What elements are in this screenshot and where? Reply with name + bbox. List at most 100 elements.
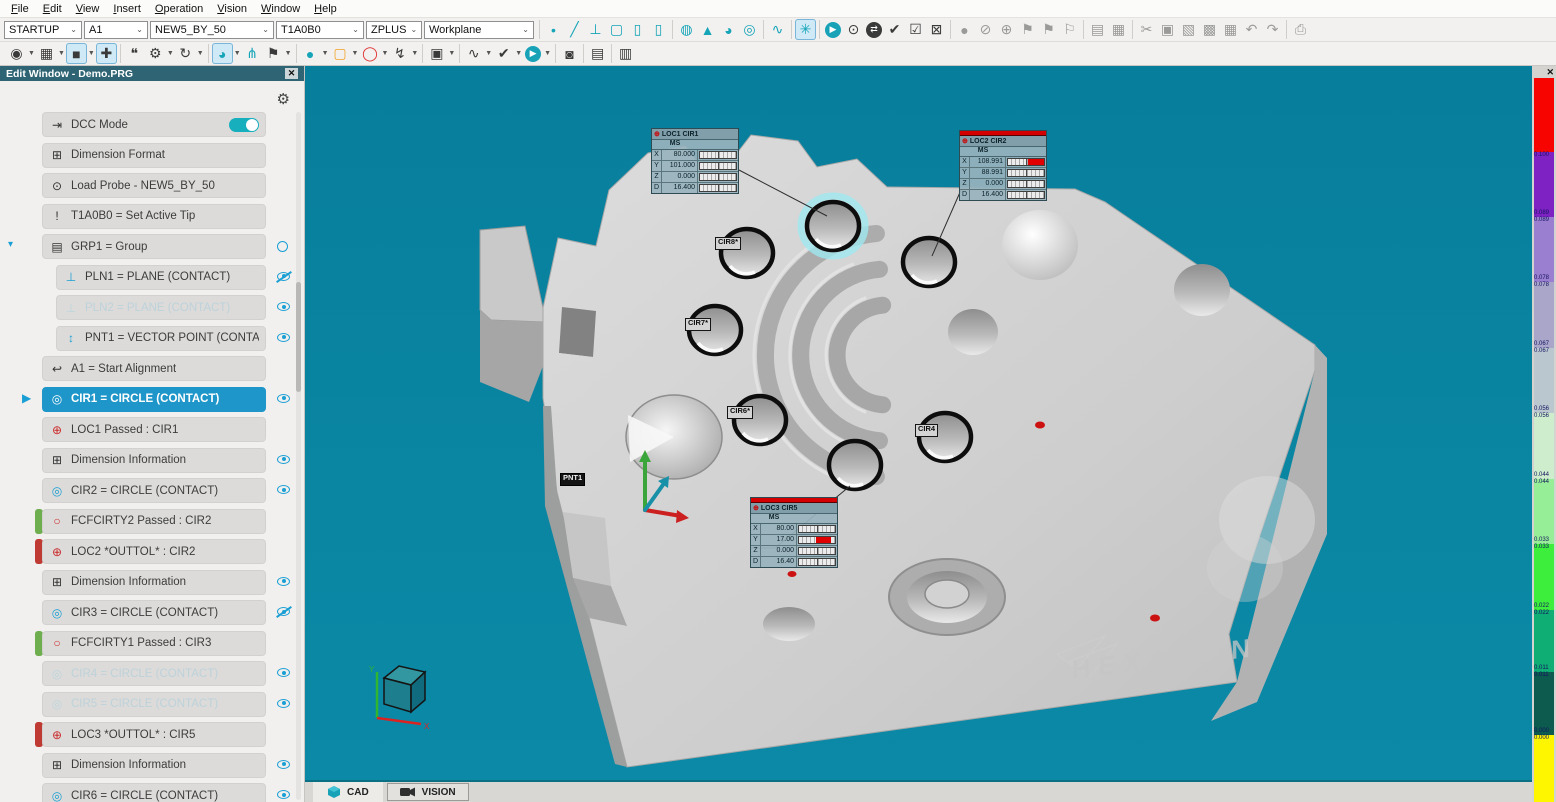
circle-feature-icon[interactable]: ▢ bbox=[606, 19, 627, 40]
copy-icon[interactable]: ▣ bbox=[1157, 19, 1178, 40]
alignment-list-dropdown[interactable]: STARTUP⌄ bbox=[4, 21, 82, 39]
measurement-box-loc1[interactable]: ⊕LOC1 CIR1MSX80.000Y101.000Z0.000D16.400 bbox=[651, 128, 739, 194]
eye-icon[interactable] bbox=[276, 698, 292, 710]
sphere-feature-icon[interactable]: ◕ bbox=[718, 19, 739, 40]
command-item[interactable]: ◎CIR1 = CIRCLE (CONTACT) bbox=[42, 387, 266, 412]
menu-window[interactable]: Window bbox=[254, 3, 307, 15]
dropdown-caret-icon[interactable]: ▼ bbox=[411, 50, 418, 57]
sphere-goto-icon[interactable]: ⊕ bbox=[996, 19, 1017, 40]
command-item[interactable]: ⊕LOC3 *OUTTOL* : CIR5 bbox=[42, 722, 266, 747]
dropdown-caret-icon[interactable]: ▼ bbox=[515, 50, 522, 57]
circle-gage-icon[interactable]: ◯ bbox=[359, 43, 380, 64]
redo-icon[interactable]: ↷ bbox=[1262, 19, 1283, 40]
clear-all-marked-icon[interactable]: ⊠ bbox=[926, 19, 947, 40]
square-slot-feature-icon[interactable]: ▯ bbox=[648, 19, 669, 40]
command-item[interactable]: ⊞Dimension Information bbox=[42, 570, 266, 595]
bookmark-icon[interactable]: ⚑ bbox=[1017, 19, 1038, 40]
expander-caret-icon[interactable]: ▾ bbox=[8, 239, 13, 250]
eye-icon[interactable] bbox=[276, 454, 292, 466]
eye-icon[interactable] bbox=[276, 332, 292, 344]
pre-check-icon[interactable]: ✔ bbox=[493, 43, 514, 64]
plane-feature-icon[interactable]: ⊥ bbox=[585, 19, 606, 40]
dcc-mode-toggle[interactable] bbox=[229, 118, 259, 132]
command-item[interactable]: ⊥PLN1 = PLANE (CONTACT) bbox=[56, 265, 266, 290]
dropdown-caret-icon[interactable]: ▼ bbox=[285, 50, 292, 57]
command-item[interactable]: ○FCFCIRTY1 Passed : CIR3 bbox=[42, 631, 266, 656]
sphere-tool-icon[interactable]: ● bbox=[954, 19, 975, 40]
paste-icon[interactable]: ▧ bbox=[1178, 19, 1199, 40]
cad-viewport[interactable]: HEXAGON bbox=[305, 66, 1532, 780]
probe-toggle-icon[interactable]: ⋔ bbox=[242, 43, 263, 64]
command-item[interactable]: ⊥PLN2 = PLANE (CONTACT) bbox=[56, 295, 266, 320]
dropdown-caret-icon[interactable]: ▼ bbox=[167, 50, 174, 57]
view-cube[interactable]: Y X bbox=[369, 665, 430, 731]
command-item[interactable]: ⊞Dimension Information bbox=[42, 753, 266, 778]
command-item[interactable]: ◎CIR2 = CIRCLE (CONTACT) bbox=[42, 478, 266, 503]
feature-circle-cir1-highlighted[interactable] bbox=[801, 196, 865, 256]
line-feature-icon[interactable]: ╱ bbox=[564, 19, 585, 40]
command-item[interactable]: ↩A1 = Start Alignment bbox=[42, 356, 266, 381]
dropdown-caret-icon[interactable]: ▼ bbox=[352, 50, 359, 57]
command-item[interactable]: ↕PNT1 = VECTOR POINT (CONTAC bbox=[56, 326, 266, 351]
command-item[interactable]: ⊕LOC2 *OUTTOL* : CIR2 bbox=[42, 539, 266, 564]
dropdown-caret-icon[interactable]: ▼ bbox=[485, 50, 492, 57]
bookmark-insert-icon[interactable]: ⚑ bbox=[1038, 19, 1059, 40]
view-orientation-icon[interactable]: ◉ bbox=[6, 43, 27, 64]
eye-icon[interactable] bbox=[276, 393, 292, 405]
analysis-window-icon[interactable]: ▥ bbox=[615, 43, 636, 64]
feature-circle-cir5[interactable] bbox=[829, 441, 881, 489]
rotate-view-icon[interactable]: ↻ bbox=[175, 43, 196, 64]
dropdown-caret-icon[interactable]: ▼ bbox=[381, 50, 388, 57]
print-icon[interactable]: ⎙ bbox=[1290, 19, 1311, 40]
torus-feature-icon[interactable]: ◎ bbox=[739, 19, 760, 40]
command-item[interactable]: ◎CIR5 = CIRCLE (CONTACT) bbox=[42, 692, 266, 717]
workplane-axis-dropdown[interactable]: ZPLUS⌄ bbox=[366, 21, 422, 39]
dropdown-caret-icon[interactable]: ▼ bbox=[88, 50, 95, 57]
pan-zoom-icon[interactable]: ✚ bbox=[96, 43, 117, 64]
eye-icon[interactable] bbox=[276, 667, 292, 679]
tip-dropdown[interactable]: T1A0B0⌄ bbox=[276, 21, 364, 39]
command-item[interactable]: ⊞Dimension Information bbox=[42, 448, 266, 473]
dropdown-caret-icon[interactable]: ▼ bbox=[197, 50, 204, 57]
eye-icon[interactable] bbox=[276, 301, 292, 313]
box-gage-icon[interactable]: ▢ bbox=[330, 43, 351, 64]
quick-align-icon[interactable]: ↯ bbox=[389, 43, 410, 64]
menu-edit[interactable]: Edit bbox=[36, 3, 69, 15]
snapshot-camera-icon[interactable]: ◙ bbox=[559, 43, 580, 64]
cad-part[interactable]: HEXAGON bbox=[480, 135, 1327, 767]
probe-dropdown[interactable]: NEW5_BY_50⌄ bbox=[150, 21, 274, 39]
menu-insert[interactable]: Insert bbox=[106, 3, 148, 15]
execute-view-icon[interactable]: ▶ bbox=[525, 46, 541, 62]
command-item[interactable]: ◎CIR6 = CIRCLE (CONTACT) bbox=[42, 783, 266, 802]
eye-icon[interactable] bbox=[276, 484, 292, 496]
solid-view-icon[interactable]: ■ bbox=[66, 43, 87, 64]
feature-circle-cir6[interactable] bbox=[734, 396, 786, 444]
cut-icon[interactable]: ✂ bbox=[1136, 19, 1157, 40]
mark-all-icon[interactable]: ✔ bbox=[884, 19, 905, 40]
undo-icon[interactable]: ↶ bbox=[1241, 19, 1262, 40]
surface-mode-icon[interactable]: ● bbox=[300, 43, 321, 64]
scrollbar-thumb[interactable] bbox=[296, 282, 301, 392]
round-slot-feature-icon[interactable]: ▯ bbox=[627, 19, 648, 40]
eye-icon[interactable] bbox=[276, 789, 292, 801]
command-item[interactable]: ◎CIR3 = CIRCLE (CONTACT) bbox=[42, 600, 266, 625]
menu-vision[interactable]: Vision bbox=[210, 3, 254, 15]
tab-vision[interactable]: VISION bbox=[387, 783, 469, 801]
menu-operation[interactable]: Operation bbox=[148, 3, 210, 15]
feature-circle-cir4[interactable] bbox=[919, 413, 971, 461]
dropdown-caret-icon[interactable]: ▼ bbox=[544, 50, 551, 57]
eye-icon[interactable] bbox=[276, 576, 292, 588]
command-item[interactable]: ◎CIR4 = CIRCLE (CONTACT) bbox=[42, 661, 266, 686]
command-item[interactable]: ⊙Load Probe - NEW5_BY_50 bbox=[42, 173, 266, 198]
eye-icon[interactable] bbox=[276, 240, 292, 252]
report-template-icon[interactable]: ▦ bbox=[1108, 19, 1129, 40]
execute-program-icon[interactable]: ▶ bbox=[825, 22, 841, 38]
dropdown-caret-icon[interactable]: ▼ bbox=[234, 50, 241, 57]
menu-file[interactable]: File bbox=[4, 3, 36, 15]
tab-cad[interactable]: CAD bbox=[313, 782, 383, 802]
wireframe-view-icon[interactable]: ▦ bbox=[36, 43, 57, 64]
measurement-box-loc2[interactable]: ⊕LOC2 CIR2MSX108.991Y88.991Z0.000D16.400 bbox=[959, 130, 1047, 201]
quick-fixture-icon[interactable]: ⚑ bbox=[263, 43, 284, 64]
feature-circle-cir2[interactable] bbox=[903, 238, 955, 286]
clipboard-grid-icon[interactable]: ▦ bbox=[1220, 19, 1241, 40]
